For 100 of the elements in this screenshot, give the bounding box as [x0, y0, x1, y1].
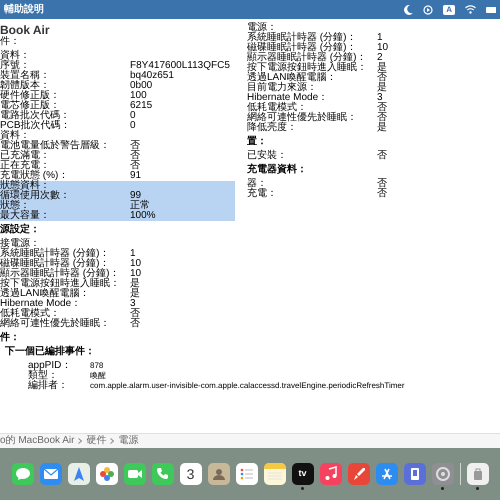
music-note-icon[interactable]	[320, 463, 342, 485]
field-value: com.apple.alarm.user-invisible-com.apple.calaccessd.travelEngine.periodicRefreshTimer	[90, 381, 405, 391]
input-source-badge[interactable]: A	[443, 4, 455, 14]
field-value: 0	[130, 121, 136, 131]
field-value: 否	[130, 309, 140, 319]
field-label: 正在充電：	[0, 161, 50, 171]
group-label: 資料：	[0, 131, 30, 141]
path-item[interactable]: 電源	[118, 436, 138, 446]
field-value: bq40z651	[130, 71, 174, 81]
field-value: 否	[130, 141, 140, 151]
person-card-icon[interactable]	[208, 463, 230, 485]
field-value: 正常	[130, 201, 150, 211]
field-label: 按下電源按鈕時進入睡眠：	[0, 279, 121, 289]
letter-a-icon[interactable]	[376, 463, 398, 485]
play-circle-icon[interactable]	[423, 4, 434, 14]
tv-app-icon[interactable]: tv	[292, 463, 314, 485]
moon-icon[interactable]	[404, 4, 414, 14]
field-label: 電芯修正版：	[0, 101, 61, 111]
field-value: 2	[377, 53, 383, 63]
chat-bubble-icon[interactable]	[12, 463, 34, 485]
field-label: 磁碟睡眠計時器 (分鐘)：	[247, 43, 358, 53]
field-label: 裝置名稱：	[0, 71, 51, 81]
field-label: Hibernate Mode：	[247, 93, 330, 103]
field-label: 系統睡眠計時器 (分鐘)：	[247, 33, 358, 43]
field-label: 器：	[247, 179, 268, 189]
field-value: 91	[130, 171, 142, 181]
field-value: 1	[130, 249, 136, 259]
path-item[interactable]: o的 MacBook Air	[0, 436, 74, 446]
field-value: F8Y417600L113QFC5	[130, 61, 230, 71]
field-value: 否	[130, 151, 140, 161]
envelope-icon[interactable]	[40, 463, 62, 485]
notepad-icon[interactable]	[264, 463, 286, 485]
field-label: 降低亮度：	[247, 123, 298, 133]
battery-icon[interactable]	[486, 6, 496, 12]
field-label: 顯示器睡眠計時器 (分鐘)：	[0, 269, 120, 279]
group-label: 狀態資料：	[0, 181, 235, 191]
phone-icon[interactable]	[152, 463, 174, 485]
field-label: 磁碟睡眠計時器 (分鐘)：	[0, 259, 110, 269]
field-label: 網絡可連性優先於睡眠：	[247, 113, 358, 123]
field-value: 0	[130, 111, 136, 121]
field-value: 6215	[130, 101, 152, 111]
field-value: 是	[377, 63, 387, 73]
field-value: 否	[377, 179, 387, 189]
field-label: 充電狀態 (%)：	[0, 171, 70, 181]
field-label: 編排者：	[28, 381, 69, 391]
field-label: 最大容量：	[0, 211, 51, 221]
path-item[interactable]: 硬件	[86, 436, 106, 446]
field-label: 透過LAN喚醒電腦：	[247, 73, 338, 83]
field-label: 透過LAN喚醒電腦：	[0, 289, 90, 299]
field-value: 否	[130, 319, 140, 329]
field-label: 電路批次代碼：	[0, 111, 71, 121]
field-label: 低耗電模式：	[247, 103, 308, 113]
chevron-icon	[78, 438, 82, 444]
field-label: 已安裝：	[247, 151, 288, 161]
field-value: 是	[130, 289, 140, 299]
wifi-icon[interactable]	[465, 5, 476, 14]
field-label: 狀態：	[0, 201, 30, 211]
group-label: 件：	[0, 37, 21, 47]
group-label: 接電源：	[0, 239, 40, 249]
section-heading: 件：	[0, 333, 21, 343]
field-label: 電池電量低於警告層級：	[0, 141, 111, 151]
menu-title[interactable]: 輔助說明	[4, 2, 44, 17]
field-label: 已充滿電：	[0, 151, 51, 161]
list-icon[interactable]	[236, 463, 258, 485]
field-value: 3	[130, 299, 136, 309]
section-title: Book Air	[0, 23, 51, 37]
calendar-app-icon[interactable]: 3	[180, 463, 202, 485]
video-camera-icon[interactable]	[124, 463, 146, 485]
field-value: 否	[377, 189, 387, 199]
field-label: 循環使用次數：	[0, 191, 71, 201]
chevron-icon	[110, 438, 114, 444]
field-value: 否	[377, 113, 387, 123]
field-value: 是	[377, 83, 387, 93]
field-label: 類型：	[28, 371, 58, 381]
field-label: 目前電力來源：	[247, 83, 317, 93]
field-value: 喚醒	[90, 371, 106, 381]
field-label: 充電：	[247, 189, 278, 199]
field-value: 是	[377, 123, 387, 133]
field-value: 99	[130, 191, 142, 201]
section-heading: 下一個已編排事件：	[4, 347, 96, 357]
field-value: 1	[377, 33, 383, 43]
field-value: 否	[377, 103, 387, 113]
field-value: 0b00	[130, 81, 152, 91]
flower-icon[interactable]	[96, 463, 118, 485]
field-value: 100	[130, 91, 147, 101]
field-label: 韌體版本：	[0, 81, 51, 91]
field-label: 硬件修正版：	[0, 91, 61, 101]
field-value: 否	[377, 151, 387, 161]
field-value: 100%	[130, 211, 156, 221]
map-icon[interactable]	[68, 463, 90, 485]
field-value: 10	[130, 269, 142, 279]
field-label: 低耗電模式：	[0, 309, 60, 319]
gear-icon[interactable]	[432, 463, 454, 485]
field-label: Hibernate Mode：	[0, 299, 82, 309]
section-heading: 充電器資料：	[247, 165, 308, 175]
field-value: 878	[90, 361, 104, 371]
field-label: 顯示器睡眠計時器 (分鐘)：	[247, 53, 368, 63]
field-label: appPID：	[28, 361, 72, 371]
field-value: 是	[130, 279, 140, 289]
field-label: 系統睡眠計時器 (分鐘)：	[0, 249, 110, 259]
